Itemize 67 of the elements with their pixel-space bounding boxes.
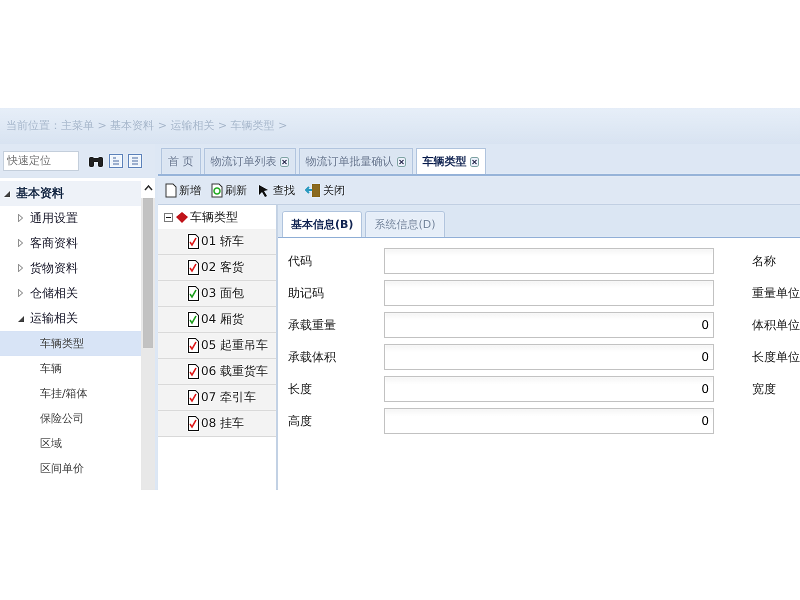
breadcrumb: 当前位置：主菜单 > 基本资料 > 运输相关 > 车辆类型 > bbox=[0, 108, 800, 144]
input-field[interactable]: 0 bbox=[384, 408, 714, 434]
tab[interactable]: 首 页 bbox=[161, 148, 200, 174]
tree-item[interactable]: 仓储相关 bbox=[0, 281, 141, 306]
field-label: 代码 bbox=[288, 252, 313, 270]
document-icon bbox=[165, 182, 177, 198]
tree-item[interactable]: 06 载重货车 bbox=[158, 359, 276, 385]
list-icon[interactable] bbox=[128, 154, 142, 168]
collapsed-arrow-icon[interactable] bbox=[18, 239, 23, 247]
exit-door-icon bbox=[305, 182, 321, 198]
close-icon[interactable] bbox=[396, 156, 406, 166]
collapsed-arrow-icon[interactable] bbox=[18, 289, 23, 297]
tree-item[interactable]: 03 面包 bbox=[158, 281, 276, 307]
field-label: 承载重量 bbox=[288, 316, 337, 334]
field-label: 名称 bbox=[752, 253, 777, 270]
tree-item[interactable]: 客商资料 bbox=[0, 231, 141, 256]
collapsed-arrow-icon[interactable] bbox=[18, 264, 23, 272]
input-field[interactable]: 0 bbox=[384, 344, 714, 370]
tab[interactable]: 车辆类型 bbox=[416, 148, 486, 174]
tab[interactable]: 物流订单批量确认 bbox=[298, 148, 412, 174]
expanded-arrow-icon[interactable] bbox=[4, 191, 10, 197]
tree-item[interactable]: 保险公司 bbox=[0, 406, 141, 431]
tree-item[interactable]: 区域 bbox=[0, 431, 141, 456]
tree-item[interactable]: 基本资料 bbox=[0, 181, 141, 206]
scrollbar[interactable] bbox=[141, 178, 155, 490]
expand-icon[interactable] bbox=[109, 154, 123, 168]
toolbar-button[interactable]: 关闭 bbox=[302, 182, 348, 198]
field-label: 助记码 bbox=[288, 284, 325, 302]
tree-item[interactable]: 运输相关 bbox=[0, 306, 141, 331]
toolbar-button[interactable]: 查找 bbox=[254, 182, 298, 198]
expanded-arrow-icon[interactable] bbox=[18, 316, 24, 322]
input-field[interactable]: 0 bbox=[384, 376, 714, 402]
tree-item[interactable]: 04 厢货 bbox=[158, 307, 276, 333]
tree-root[interactable]: 车辆类型 bbox=[158, 205, 276, 229]
field-label: 体积单位 bbox=[752, 317, 800, 334]
tree-item[interactable]: 通用设置 bbox=[0, 206, 141, 231]
input-field[interactable]: 0 bbox=[384, 312, 714, 338]
field-label: 承载体积 bbox=[288, 348, 337, 366]
tree-item[interactable]: 车辆 bbox=[0, 356, 141, 381]
field-label: 长度单位 bbox=[752, 349, 800, 366]
tree-item[interactable]: 05 起重吊车 bbox=[158, 333, 276, 359]
tab[interactable]: 物流订单列表 bbox=[204, 148, 296, 174]
field-label: 高度 bbox=[288, 412, 313, 430]
tree-item[interactable]: 区间单价 bbox=[0, 456, 141, 481]
field-label: 长度 bbox=[288, 380, 313, 398]
tab[interactable]: 基本信息(B) bbox=[282, 211, 362, 237]
field-label: 重量单位 bbox=[752, 285, 800, 302]
field-label: 宽度 bbox=[752, 381, 777, 398]
tree-item[interactable]: 车辆类型 bbox=[0, 331, 141, 356]
input-field[interactable] bbox=[384, 248, 714, 274]
refresh-icon bbox=[211, 182, 223, 198]
collapse-icon[interactable] bbox=[164, 212, 173, 222]
tree-item[interactable]: 08 挂车 bbox=[158, 411, 276, 437]
toolbar-button[interactable]: 新增 bbox=[162, 182, 204, 198]
tree-item[interactable]: 07 牵引车 bbox=[158, 385, 276, 411]
search-field[interactable]: 快速定位 bbox=[3, 151, 79, 171]
scroll-up-icon[interactable] bbox=[144, 185, 152, 191]
tree-item[interactable]: 货物资料 bbox=[0, 256, 141, 281]
collapsed-arrow-icon[interactable] bbox=[18, 214, 23, 222]
close-icon[interactable] bbox=[470, 156, 478, 166]
tree-item[interactable]: 01 轿车 bbox=[158, 229, 276, 255]
toolbar-button[interactable]: 刷新 bbox=[208, 182, 250, 198]
tree-item[interactable]: 02 客货 bbox=[158, 255, 276, 281]
close-icon[interactable] bbox=[280, 156, 288, 166]
binoculars-icon[interactable] bbox=[88, 154, 104, 168]
tree-item[interactable]: 车挂/箱体 bbox=[0, 381, 141, 406]
input-field[interactable] bbox=[384, 280, 714, 306]
